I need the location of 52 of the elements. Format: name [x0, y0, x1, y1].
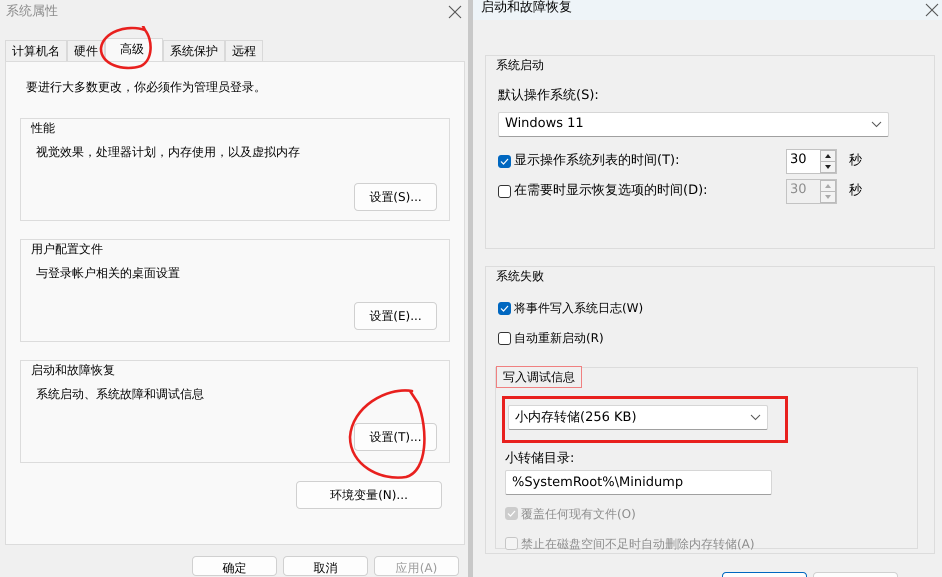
checkmark-icon	[507, 510, 516, 517]
group-title: 性能	[29, 120, 57, 136]
chevron-down-icon	[750, 414, 761, 421]
group-title: 系统失败	[494, 268, 546, 284]
checkbox[interactable]	[498, 184, 511, 198]
tab[interactable]: 高级	[105, 38, 163, 61]
dialog-button[interactable]: 确定	[192, 556, 277, 576]
spinner-arrows-icon	[820, 180, 836, 202]
group-title: 启动和故障恢复	[29, 362, 117, 378]
close-button[interactable]	[925, 3, 939, 17]
os-dropdown[interactable]: Windows 11	[498, 112, 889, 136]
spinner-arrows-icon	[820, 150, 836, 172]
dump-type-dropdown[interactable]: 小内存转储(256 KB)	[508, 405, 768, 430]
checkbox[interactable]	[498, 302, 511, 314]
field-label: 默认操作系统(S):	[498, 87, 600, 105]
tab[interactable]: 计算机名	[5, 40, 67, 61]
chevron-down-icon	[871, 120, 882, 128]
close-icon	[448, 5, 462, 19]
close-button[interactable]	[448, 5, 462, 19]
group-description: 系统启动、系统故障和调试信息	[35, 386, 205, 403]
number-spinner: 30	[786, 178, 837, 204]
unit-label: 秒	[849, 152, 862, 170]
dump-directory-field[interactable]: %SystemRoot%\Minidump	[505, 470, 772, 494]
checkbox-label: 将事件写入系统日志(W)	[514, 300, 644, 317]
checkbox[interactable]	[498, 332, 511, 344]
checkbox-label: 自动重新启动(R)	[514, 330, 604, 347]
environment-variables-button[interactable]: 环境变量(N)...	[296, 481, 442, 509]
tab[interactable]: 系统保护	[163, 40, 225, 61]
settings-button[interactable]: 设置(S)...	[354, 183, 437, 211]
checkmark-icon	[500, 158, 509, 164]
group-title: 用户配置文件	[29, 241, 105, 257]
checkmark-icon	[500, 304, 509, 312]
group-description: 与登录帐户相关的桌面设置	[35, 265, 181, 282]
settings-button[interactable]: 设置(E)...	[354, 302, 437, 330]
group-description: 视觉效果，处理器计划，内存使用，以及虚拟内存	[35, 144, 301, 161]
notice-text: 要进行大多数更改，你必须作为管理员登录。	[25, 79, 267, 96]
tab[interactable]: 远程	[225, 40, 263, 61]
field-label: 小转储目录:	[505, 450, 576, 468]
number-spinner[interactable]: 30	[786, 148, 837, 174]
settings-button[interactable]: 设置(T)...	[354, 423, 437, 451]
checkbox-label: 在需要时显示恢复选项的时间(D):	[514, 182, 708, 200]
group-title: 系统启动	[494, 57, 546, 73]
group-title: 写入调试信息	[496, 366, 582, 388]
checkbox[interactable]	[498, 154, 511, 168]
close-icon	[925, 3, 939, 17]
checkbox-label: 显示操作系统列表的时间(T):	[514, 152, 680, 170]
unit-label: 秒	[849, 182, 862, 200]
tab[interactable]: 硬件	[67, 40, 105, 61]
dialog-button[interactable]: 取消	[283, 556, 368, 576]
checkbox-label: 禁止在磁盘空间不足时自动删除内存转储(A)	[521, 536, 755, 552]
checkbox-label: 覆盖任何现有文件(O)	[521, 506, 636, 522]
window-title: 系统属性	[6, 3, 58, 22]
